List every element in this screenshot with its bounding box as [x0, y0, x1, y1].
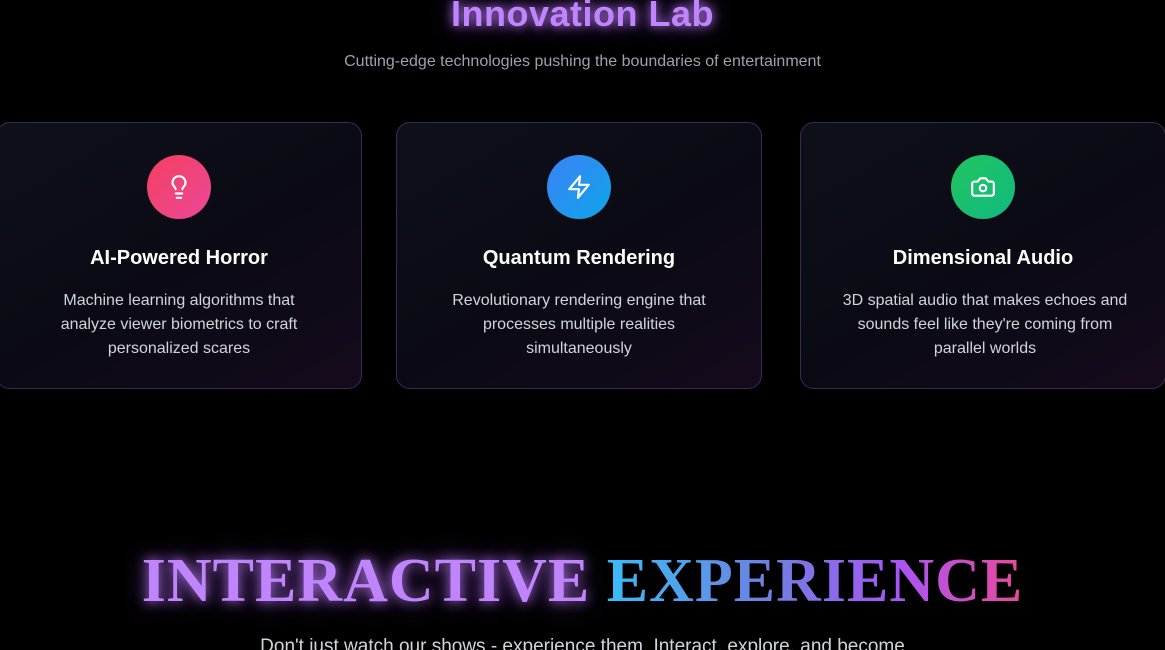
zap-icon	[547, 155, 611, 219]
innovation-lab-subtitle: Cutting-edge technologies pushing the bo…	[344, 53, 821, 70]
camera-icon	[951, 155, 1015, 219]
card-description: Revolutionary rendering engine that proc…	[452, 292, 706, 357]
innovation-lab-title: Innovation Lab	[451, 0, 714, 34]
card-description: 3D spatial audio that makes echoes and s…	[842, 292, 1128, 357]
feature-card-quantum-rendering: Quantum Rendering Revolutionary renderin…	[396, 122, 762, 389]
card-description: Machine learning algorithms that analyze…	[60, 292, 298, 357]
feature-card-ai-horror: AI-Powered Horror Machine learning algor…	[0, 122, 362, 389]
card-title: Quantum Rendering	[482, 247, 676, 269]
interactive-experience-title: INTERACTIVE EXPERIENCE	[0, 548, 1165, 614]
hero-title-part-interactive: INTERACTIVE	[141, 547, 591, 615]
page: Innovation Lab Cutting-edge technologies…	[0, 0, 1165, 650]
card-title: AI-Powered Horror	[90, 247, 268, 269]
feature-card-dimensional-audio: Dimensional Audio 3D spatial audio that …	[800, 122, 1165, 389]
interactive-experience-subtitle: Don't just watch our shows - experience …	[260, 636, 905, 650]
card-title: Dimensional Audio	[892, 247, 1074, 269]
hero-title-part-experience: EXPERIENCE	[606, 547, 1024, 615]
lightbulb-icon	[147, 155, 211, 219]
